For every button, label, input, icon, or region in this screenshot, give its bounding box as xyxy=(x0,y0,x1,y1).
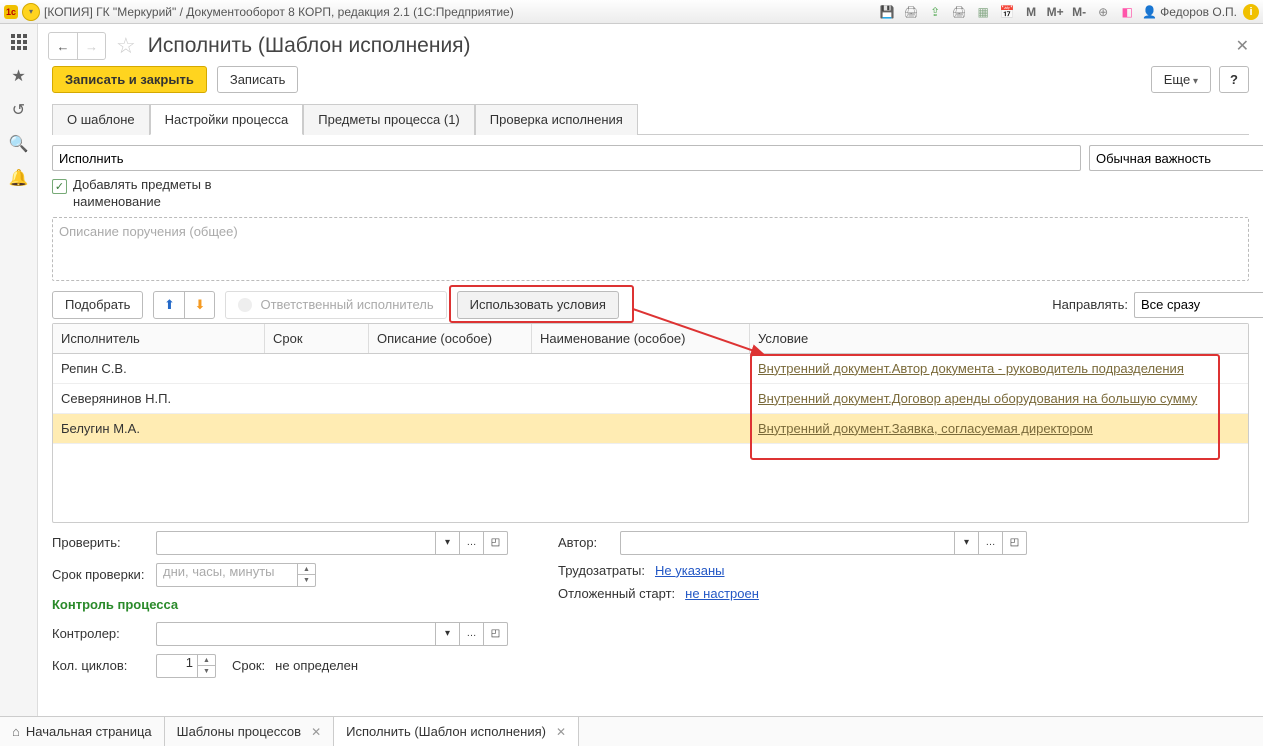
sections-icon[interactable] xyxy=(9,32,29,52)
controller-label: Контролер: xyxy=(52,626,150,641)
cell-performer: Северянинов Н.П. xyxy=(53,391,265,406)
favorite-star-icon[interactable]: ☆ xyxy=(116,33,136,59)
favorites-icon[interactable]: ★ xyxy=(9,66,29,86)
close-tab-icon[interactable]: ✕ xyxy=(556,725,566,739)
cell-performer: Репин С.В. xyxy=(53,361,265,376)
tab-check-execution[interactable]: Проверка исполнения xyxy=(475,104,638,135)
spin-down-icon[interactable]: ▼ xyxy=(298,574,315,586)
annotation-highlight-1 xyxy=(449,285,634,323)
close-tab-icon[interactable]: ✕ xyxy=(311,725,321,739)
spin-down-icon[interactable]: ▼ xyxy=(198,665,215,677)
check-dropdown-icon[interactable]: ▾ xyxy=(436,531,460,555)
check-ellipsis-button[interactable]: … xyxy=(460,531,484,555)
move-updown-group: ⬆ ⬇ xyxy=(153,291,215,319)
check-label: Проверить: xyxy=(52,535,150,550)
tab-process-settings[interactable]: Настройки процесса xyxy=(150,104,304,135)
move-down-button[interactable]: ⬇ xyxy=(184,292,214,318)
tab-home[interactable]: ⌂Начальная страница xyxy=(0,717,165,746)
move-up-button[interactable]: ⬆ xyxy=(154,292,184,318)
author-ellipsis-button[interactable]: … xyxy=(979,531,1003,555)
annotation-highlight-2 xyxy=(750,354,1220,460)
control-section-title: Контроль процесса xyxy=(52,597,508,612)
save-icon[interactable]: 💾 xyxy=(878,3,896,21)
app-logo-icon: 1c xyxy=(4,5,18,19)
controller-dropdown-icon[interactable]: ▾ xyxy=(436,622,460,646)
col-name[interactable]: Наименование (особое) xyxy=(532,324,750,353)
window-tabs: ⌂Начальная страница Шаблоны процессов✕ И… xyxy=(0,716,1263,746)
spin-up-icon[interactable]: ▲ xyxy=(198,655,215,666)
user-menu[interactable]: 👤Федоров О.П. xyxy=(1142,5,1237,19)
cell-performer: Белугин М.А. xyxy=(53,421,265,436)
effort-link[interactable]: Не указаны xyxy=(655,563,725,578)
direction-select[interactable] xyxy=(1134,292,1263,318)
close-form-button[interactable]: ✕ xyxy=(1236,36,1249,56)
mem-m-button[interactable]: M xyxy=(1022,3,1040,21)
check-due-input[interactable]: дни, часы, минуты ▲▼ xyxy=(156,563,316,587)
check-input[interactable] xyxy=(156,531,436,555)
pick-button[interactable]: Подобрать xyxy=(52,291,143,319)
deferred-label: Отложенный старт: xyxy=(558,586,675,601)
help-button[interactable]: ? xyxy=(1219,66,1249,93)
zoom-icon[interactable]: ⊕ xyxy=(1094,3,1112,21)
direction-label: Направлять: xyxy=(1052,297,1128,312)
home-icon: ⌂ xyxy=(12,724,20,739)
tab-templates[interactable]: Шаблоны процессов✕ xyxy=(165,717,334,746)
mem-mminus-button[interactable]: M- xyxy=(1070,3,1088,21)
nav-forward-button[interactable]: → xyxy=(77,33,105,59)
controller-ellipsis-button[interactable]: … xyxy=(460,622,484,646)
author-input[interactable] xyxy=(620,531,955,555)
tab-about[interactable]: О шаблоне xyxy=(52,104,150,135)
controller-input[interactable] xyxy=(156,622,436,646)
history-icon[interactable]: ↺ xyxy=(9,100,29,120)
check-open-button[interactable]: ◰ xyxy=(484,531,508,555)
col-performer[interactable]: Исполнитель xyxy=(53,324,265,353)
performers-table: Исполнитель Срок Описание (особое) Наиме… xyxy=(52,323,1249,523)
mem-mplus-button[interactable]: M+ xyxy=(1046,3,1064,21)
nav-back-button[interactable]: ← xyxy=(49,33,77,59)
more-button[interactable]: Еще xyxy=(1151,66,1211,93)
print2-icon[interactable]: 🖨 xyxy=(950,3,968,21)
deferred-link[interactable]: не настроен xyxy=(685,586,759,601)
tab-bar: О шаблоне Настройки процесса Предметы пр… xyxy=(52,103,1249,135)
print-icon[interactable]: 🖨 xyxy=(902,3,920,21)
save-and-close-button[interactable]: Записать и закрыть xyxy=(52,66,207,93)
export-icon[interactable]: ⇪ xyxy=(926,3,944,21)
panels-icon[interactable]: ◧ xyxy=(1118,3,1136,21)
cycles-input[interactable]: 1 ▲▼ xyxy=(156,654,216,678)
col-condition[interactable]: Условие xyxy=(750,324,1248,353)
titlebar: 1c ▾ [КОПИЯ] ГК "Меркурий" / Документооб… xyxy=(0,0,1263,24)
effort-label: Трудозатраты: xyxy=(558,563,645,578)
nav-buttons: ← → xyxy=(48,32,106,60)
calendar-icon[interactable]: 📅 xyxy=(998,3,1016,21)
col-desc[interactable]: Описание (особое) xyxy=(369,324,532,353)
col-due[interactable]: Срок xyxy=(265,324,369,353)
author-dropdown-icon[interactable]: ▾ xyxy=(955,531,979,555)
app-title: [КОПИЯ] ГК "Меркурий" / Документооборот … xyxy=(44,5,514,19)
check-due-label: Срок проверки: xyxy=(52,567,150,582)
cycles-label: Кол. циклов: xyxy=(52,658,150,673)
author-label: Автор: xyxy=(558,535,614,550)
importance-select[interactable] xyxy=(1089,145,1263,171)
spin-up-icon[interactable]: ▲ xyxy=(298,564,315,575)
save-button[interactable]: Записать xyxy=(217,66,299,93)
template-name-input[interactable] xyxy=(52,145,1081,171)
calc-icon[interactable]: ▦ xyxy=(974,3,992,21)
author-open-button[interactable]: ◰ xyxy=(1003,531,1027,555)
tab-current-form[interactable]: Исполнить (Шаблон исполнения)✕ xyxy=(334,717,579,746)
notifications-icon[interactable]: 🔔 xyxy=(9,168,29,188)
controller-open-button[interactable]: ◰ xyxy=(484,622,508,646)
sidebar: ★ ↺ 🔍 🔔 xyxy=(0,24,38,716)
form-title: Исполнить (Шаблон исполнения) xyxy=(148,34,471,58)
person-icon xyxy=(238,298,252,312)
cycles-due-label: Срок: xyxy=(232,658,265,673)
search-icon[interactable]: 🔍 xyxy=(9,134,29,154)
cycles-due-value: не определен xyxy=(275,658,358,673)
responsible-button[interactable]: Ответственный исполнитель xyxy=(225,291,446,319)
add-items-checkbox[interactable]: ✓ xyxy=(52,179,67,194)
tab-process-items[interactable]: Предметы процесса (1) xyxy=(303,104,475,135)
add-items-label: Добавлять предметы в наименование xyxy=(73,177,223,211)
info-icon[interactable]: i xyxy=(1243,4,1259,20)
system-menu-dropdown[interactable]: ▾ xyxy=(22,3,40,21)
description-textarea[interactable]: Описание поручения (общее) xyxy=(52,217,1249,281)
